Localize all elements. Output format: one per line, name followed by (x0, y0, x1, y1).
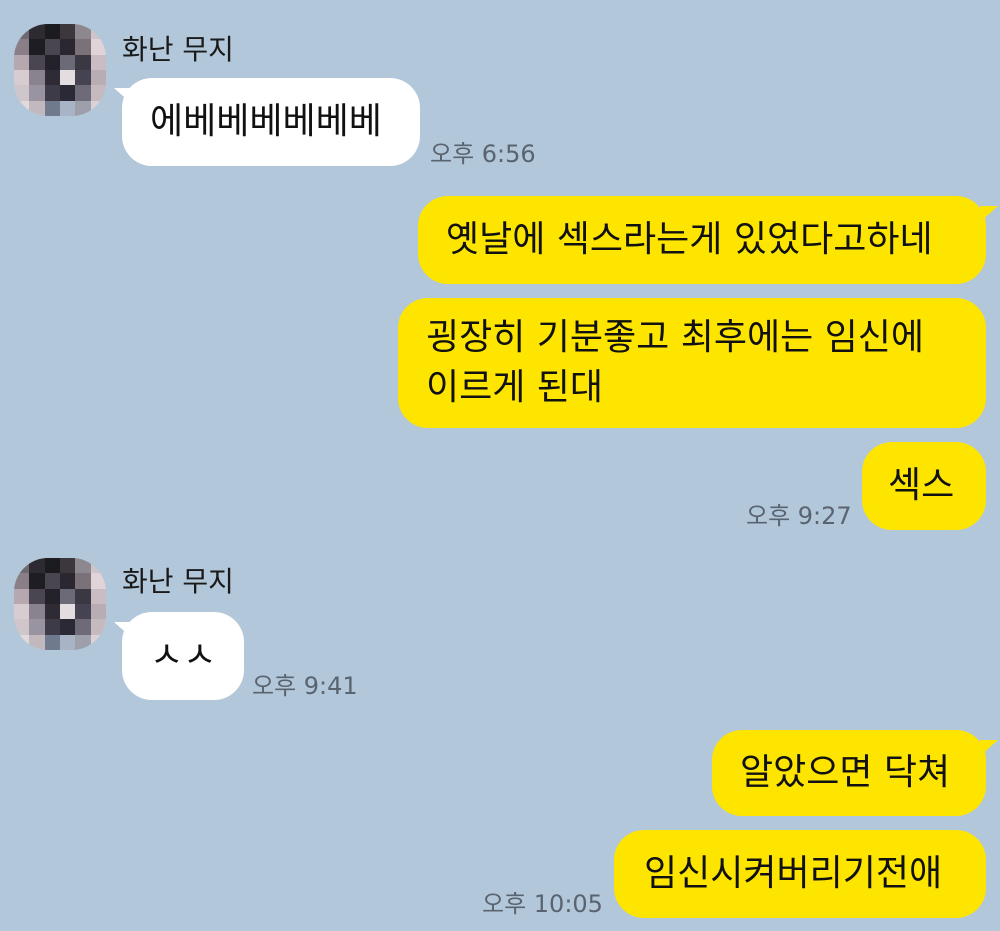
avatar-pixel (90, 573, 106, 589)
avatar-pixel (75, 54, 91, 70)
avatar-pixel (14, 558, 30, 574)
avatar-pixel (44, 100, 60, 116)
avatar-pixel (44, 85, 60, 101)
avatar-pixel (75, 85, 91, 101)
avatar-pixel (90, 100, 106, 116)
message-timestamp: 오후 9:27 (746, 502, 852, 530)
avatar-pixel (29, 69, 45, 86)
avatar-pixel (75, 634, 91, 650)
avatar-pixel (75, 603, 91, 620)
avatar-pixel (59, 634, 76, 650)
message-timestamp: 오후 9:41 (252, 672, 358, 700)
avatar-pixel (75, 24, 91, 40)
avatar-pixel (44, 24, 60, 40)
avatar-pixel (14, 100, 30, 116)
avatar-pixel (59, 85, 76, 101)
avatar-pixel (90, 603, 106, 620)
avatar-pixel (14, 573, 30, 589)
message-text: ㅅㅅ (150, 635, 217, 676)
avatar-pixel (44, 619, 60, 635)
incoming-message-bubble[interactable]: 에베베베베베베 (122, 78, 420, 166)
avatar-pixel (75, 588, 91, 604)
avatar-pixel (44, 39, 60, 55)
avatar-pixel (29, 619, 45, 635)
avatar-pixel (59, 603, 76, 620)
message-text-line: 이르게 된대 (426, 367, 604, 408)
outgoing-message-bubble[interactable]: 옛날에 섹스라는게 있었다고하네 (418, 196, 986, 284)
outgoing-message-bubble[interactable]: 섹스 (862, 442, 986, 530)
avatar-pixel (90, 54, 106, 70)
avatar-pixel (29, 603, 45, 620)
avatar-pixel (29, 85, 45, 101)
avatar-pixel (29, 54, 45, 70)
avatar-pixel (75, 69, 91, 86)
avatar-pixel (59, 39, 76, 55)
message-text: 알았으면 닥쳐 (740, 752, 951, 793)
avatar-pixel (90, 558, 106, 574)
message-timestamp: 오후 6:56 (430, 140, 536, 168)
avatar-pixel (75, 573, 91, 589)
avatar-pixel (75, 619, 91, 635)
avatar-pixel (59, 619, 76, 635)
avatar-pixel (59, 54, 76, 70)
avatar-pixel (44, 69, 60, 86)
avatar-pixel (14, 69, 30, 86)
avatar-pixel (90, 24, 106, 40)
avatar-pixel (29, 588, 45, 604)
avatar-pixel (44, 573, 60, 589)
avatar-pixel (59, 558, 76, 574)
avatar-pixel (14, 619, 30, 635)
avatar-pixel (14, 588, 30, 604)
message-text-line: 굉장히 기분좋고 최후에는 임신에 (426, 317, 925, 358)
sender-avatar-icon[interactable] (14, 24, 106, 116)
message-text: 옛날에 섹스라는게 있었다고하네 (446, 219, 933, 260)
avatar-pixel (29, 573, 45, 589)
message-text: 섹스 (888, 465, 955, 506)
avatar-pixel (90, 39, 106, 55)
avatar-pixel (59, 100, 76, 116)
message-text: 임신시켜버리기전애 (644, 853, 943, 894)
avatar-pixel (90, 619, 106, 635)
avatar-pixel (75, 39, 91, 55)
avatar-pixel (75, 100, 91, 116)
avatar-pixel (90, 85, 106, 101)
avatar-pixel (29, 24, 45, 40)
incoming-message-bubble[interactable]: ㅅㅅ (122, 612, 244, 700)
message-text: 에베베베베베베 (150, 101, 382, 142)
avatar-pixel (14, 603, 30, 620)
outgoing-message-bubble[interactable]: 임신시켜버리기전애 (614, 830, 986, 918)
avatar-pixel (14, 24, 30, 40)
outgoing-message-bubble[interactable]: 알았으면 닥쳐 (712, 730, 986, 816)
avatar-pixel (90, 69, 106, 86)
avatar-pixel (59, 573, 76, 589)
avatar-pixel (59, 69, 76, 86)
avatar-pixel (44, 588, 60, 604)
avatar-pixel (14, 634, 30, 650)
message-timestamp: 오후 10:05 (482, 890, 603, 918)
avatar-pixel (29, 558, 45, 574)
avatar-pixel (14, 85, 30, 101)
avatar-pixel (14, 39, 30, 55)
avatar-pixel (90, 588, 106, 604)
avatar-pixel (59, 24, 76, 40)
avatar-pixel (44, 54, 60, 70)
outgoing-message-bubble[interactable]: 굉장히 기분좋고 최후에는 임신에 이르게 된대 (398, 298, 986, 428)
avatar-pixel (44, 558, 60, 574)
avatar-pixel (29, 634, 45, 650)
avatar-pixel (29, 100, 45, 116)
avatar-pixel (14, 54, 30, 70)
avatar-pixel (75, 558, 91, 574)
avatar-pixel (29, 39, 45, 55)
sender-avatar-icon[interactable] (14, 558, 106, 650)
avatar-pixel (44, 603, 60, 620)
sender-name: 화난 무지 (122, 565, 234, 598)
sender-name: 화난 무지 (122, 33, 234, 66)
avatar-pixel (59, 588, 76, 604)
avatar-pixel (44, 634, 60, 650)
avatar-pixel (90, 634, 106, 650)
